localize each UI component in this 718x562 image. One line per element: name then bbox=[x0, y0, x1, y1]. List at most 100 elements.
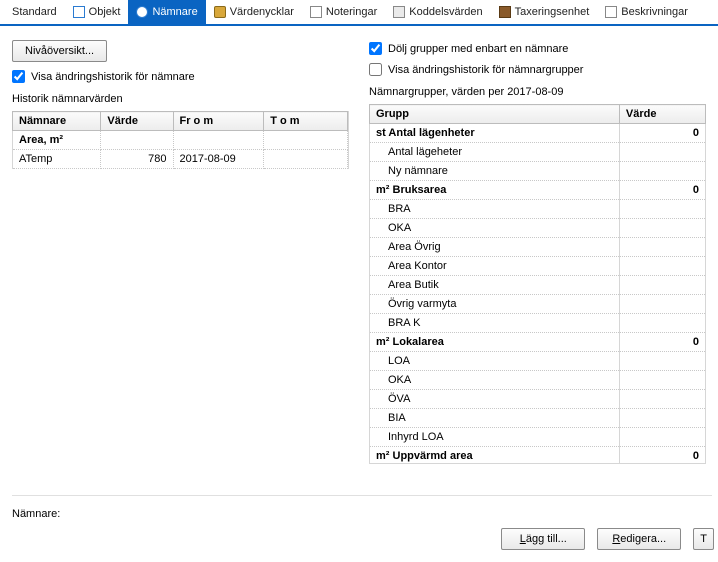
table-row[interactable]: st Antal lägenheter0 bbox=[370, 124, 706, 143]
divider bbox=[12, 495, 712, 496]
col-grupp[interactable]: Grupp bbox=[370, 105, 620, 124]
table-row[interactable]: Antal lägeheter bbox=[370, 143, 706, 162]
table-cell: 0 bbox=[619, 124, 705, 143]
box-icon bbox=[499, 6, 511, 18]
col-grupp-varde[interactable]: Värde bbox=[619, 105, 705, 124]
namnare-label: Nämnare: bbox=[12, 508, 718, 520]
table-row[interactable]: Inhyrd LOA bbox=[370, 428, 706, 447]
tab-vardenycklar-label: Värdenycklar bbox=[230, 6, 294, 18]
note-icon bbox=[310, 6, 322, 18]
grid-icon bbox=[393, 6, 405, 18]
table-row[interactable]: Övrig varmyta bbox=[370, 295, 706, 314]
table-cell: Övrig varmyta bbox=[370, 295, 620, 314]
tab-noteringar[interactable]: Noteringar bbox=[302, 0, 385, 24]
table-cell bbox=[619, 314, 705, 333]
table-cell: 0 bbox=[619, 181, 705, 200]
table-row[interactable]: BIA bbox=[370, 409, 706, 428]
table-row[interactable]: ÖVA bbox=[370, 390, 706, 409]
tab-standard[interactable]: Standard bbox=[4, 0, 65, 24]
table-row[interactable]: Area Kontor bbox=[370, 257, 706, 276]
bottom-bar: Nämnare: Lägg till... Redigera... T bbox=[12, 508, 718, 550]
table-cell bbox=[619, 371, 705, 390]
table-row[interactable]: Ny nämnare bbox=[370, 162, 706, 181]
table-cell bbox=[619, 276, 705, 295]
table-cell bbox=[101, 131, 173, 150]
historik-table: Nämnare Värde Fr o m T o m Area, m²ATemp… bbox=[12, 111, 348, 169]
checkbox-dolj-grupper-label: Dölj grupper med enbart en nämnare bbox=[388, 43, 568, 55]
col-from[interactable]: Fr o m bbox=[173, 112, 264, 131]
redigera-button[interactable]: Redigera... bbox=[597, 528, 681, 550]
description-icon bbox=[605, 6, 617, 18]
table-cell: Inhyrd LOA bbox=[370, 428, 620, 447]
tab-beskrivningar-label: Beskrivningar bbox=[621, 6, 688, 18]
table-row[interactable]: Area Övrig bbox=[370, 238, 706, 257]
table-cell: OKA bbox=[370, 371, 620, 390]
checkbox-dolj-grupper-input[interactable] bbox=[369, 42, 382, 55]
table-cell: Area Övrig bbox=[370, 238, 620, 257]
table-cell bbox=[619, 409, 705, 428]
key-icon bbox=[214, 6, 226, 18]
table-row[interactable]: Area Butik bbox=[370, 276, 706, 295]
table-cell: Area, m² bbox=[13, 131, 101, 150]
table-cell: BRA bbox=[370, 200, 620, 219]
document-icon bbox=[73, 6, 85, 18]
col-tom[interactable]: T o m bbox=[264, 112, 348, 131]
nivaoversikt-button[interactable]: Nivåöversikt... bbox=[12, 40, 107, 62]
table-cell: m² Uppvärmd area bbox=[370, 447, 620, 465]
table-row[interactable]: LOA bbox=[370, 352, 706, 371]
table-cell: Antal lägeheter bbox=[370, 143, 620, 162]
content-area: Nivåöversikt... Visa ändringshistorik fö… bbox=[0, 26, 718, 464]
col-varde[interactable]: Värde bbox=[101, 112, 173, 131]
table-cell: BRA K bbox=[370, 314, 620, 333]
table-cell: m² Bruksarea bbox=[370, 181, 620, 200]
table-cell: st Antal lägenheter bbox=[370, 124, 620, 143]
table-cell: ÖVA bbox=[370, 390, 620, 409]
table-cell bbox=[619, 352, 705, 371]
extra-button[interactable]: T bbox=[693, 528, 714, 550]
tab-taxeringsenhet[interactable]: Taxeringsenhet bbox=[491, 0, 598, 24]
table-row[interactable]: Area, m² bbox=[13, 131, 348, 150]
table-cell: ATemp bbox=[13, 150, 101, 169]
checkbox-dolj-grupper[interactable]: Dölj grupper med enbart en nämnare bbox=[369, 42, 706, 55]
tab-vardenycklar[interactable]: Värdenycklar bbox=[206, 0, 302, 24]
table-cell bbox=[264, 131, 348, 150]
table-row[interactable]: OKA bbox=[370, 219, 706, 238]
tab-noteringar-label: Noteringar bbox=[326, 6, 377, 18]
table-cell bbox=[619, 162, 705, 181]
right-panel: Dölj grupper med enbart en nämnare Visa … bbox=[369, 40, 706, 464]
tab-objekt[interactable]: Objekt bbox=[65, 0, 129, 24]
table-cell: Ny nämnare bbox=[370, 162, 620, 181]
table-row[interactable]: BRA K bbox=[370, 314, 706, 333]
redigera-rest: edigera... bbox=[620, 533, 666, 545]
tab-standard-label: Standard bbox=[12, 6, 57, 18]
table-row[interactable]: BRA bbox=[370, 200, 706, 219]
tab-namnare[interactable]: Nämnare bbox=[128, 0, 205, 24]
table-cell bbox=[619, 390, 705, 409]
left-panel: Nivåöversikt... Visa ändringshistorik fö… bbox=[12, 40, 349, 464]
checkbox-historik-grupper[interactable]: Visa ändringshistorik för nämnargrupper bbox=[369, 63, 706, 76]
table-cell: 0 bbox=[619, 333, 705, 352]
checkbox-historik-namnare[interactable]: Visa ändringshistorik för nämnare bbox=[12, 70, 349, 83]
tab-beskrivningar[interactable]: Beskrivningar bbox=[597, 0, 696, 24]
table-cell bbox=[619, 200, 705, 219]
col-namnare[interactable]: Nämnare bbox=[13, 112, 101, 131]
table-row[interactable]: m² Lokalarea0 bbox=[370, 333, 706, 352]
table-cell: 780 bbox=[101, 150, 173, 169]
table-row[interactable]: OKA bbox=[370, 371, 706, 390]
table-cell bbox=[619, 428, 705, 447]
table-row[interactable]: ATemp7802017-08-09 bbox=[13, 150, 348, 169]
lagg-till-button[interactable]: Lägg till... bbox=[501, 528, 585, 550]
table-cell bbox=[619, 143, 705, 162]
table-cell: Area Butik bbox=[370, 276, 620, 295]
table-cell bbox=[619, 219, 705, 238]
tab-bar: Standard Objekt Nämnare Värdenycklar Not… bbox=[0, 0, 718, 26]
checkbox-historik-grupper-input[interactable] bbox=[369, 63, 382, 76]
tab-koddelsvarden-label: Koddelsvärden bbox=[409, 6, 482, 18]
table-row[interactable]: m² Bruksarea0 bbox=[370, 181, 706, 200]
checkbox-historik-namnare-label: Visa ändringshistorik för nämnare bbox=[31, 71, 195, 83]
tab-koddelsvarden[interactable]: Koddelsvärden bbox=[385, 0, 490, 24]
table-row[interactable]: m² Uppvärmd area0 bbox=[370, 447, 706, 465]
left-section-title: Historik nämnarvärden bbox=[12, 93, 349, 105]
table-cell: OKA bbox=[370, 219, 620, 238]
checkbox-historik-namnare-input[interactable] bbox=[12, 70, 25, 83]
